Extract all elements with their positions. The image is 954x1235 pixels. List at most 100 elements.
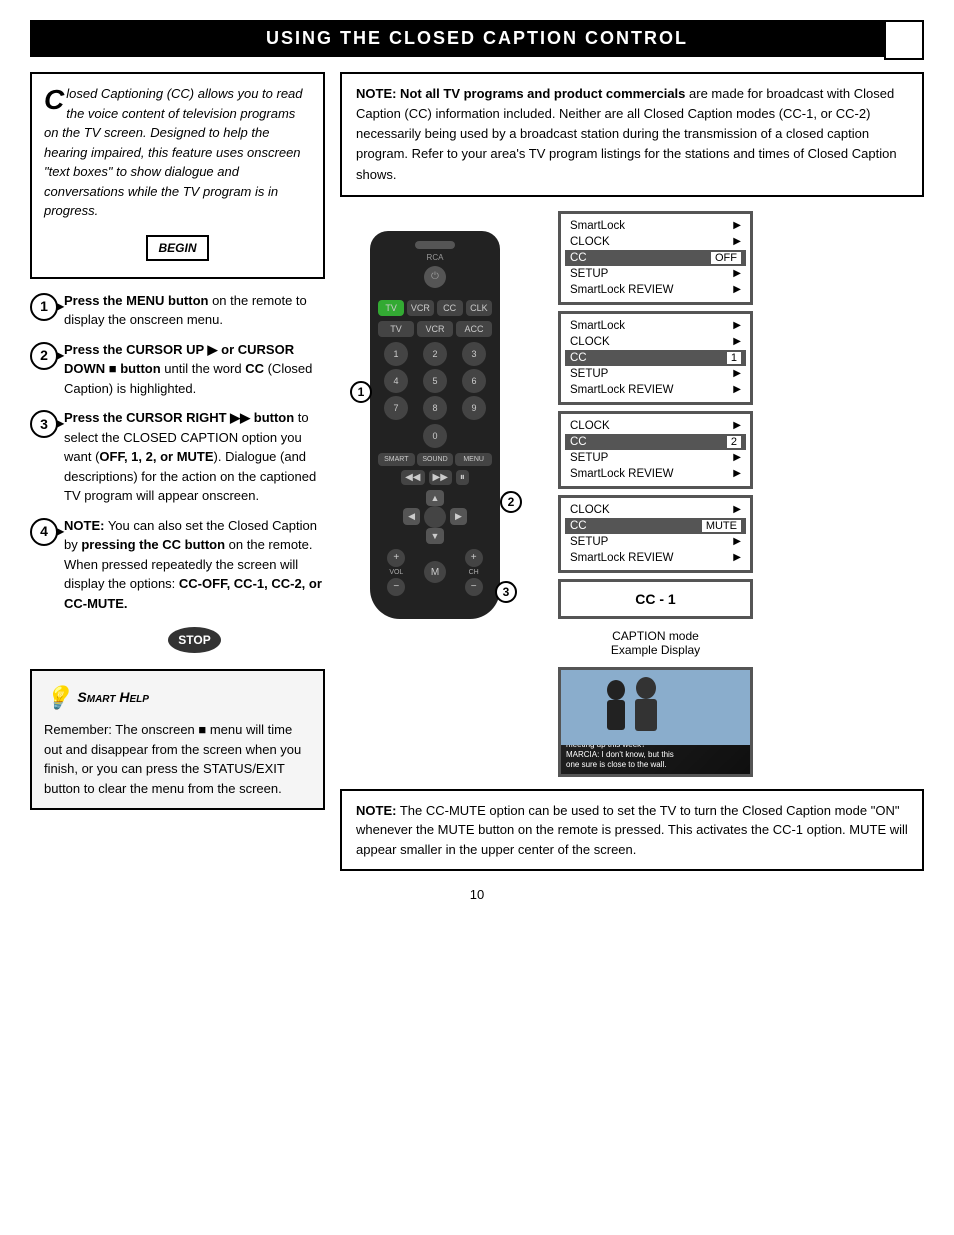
power-button[interactable]: ⏻ [424,266,446,288]
intro-box: Closed Captioning (CC) allows you to rea… [30,72,325,279]
menu-item-clock-2: CLOCK▶ [565,334,746,350]
sound-button[interactable]: SOUND [417,453,454,466]
page-number: 10 [30,887,924,902]
step-1-content: Press the MENU button on the remote to d… [64,291,325,330]
note-top-bold: NOTE: Not all TV programs and product co… [356,86,685,101]
menu-item-clock-4: CLOCK▶ [565,502,746,518]
step-2: 2▶ Press the CURSOR UP ▶ or CURSOR DOWN … [30,340,325,399]
btn-0[interactable]: 0 [423,424,447,448]
ch-label: CH [469,569,479,576]
vol-group: + VOL − [387,549,405,596]
number-grid: 1 2 3 4 5 6 7 8 9 [378,342,492,420]
tv-screen-4: CLOCK▶ CCMUTE SETUP▶ SmartLock REVIEW▶ [558,495,753,573]
tv-screen-3: CLOCK▶ CC2 SETUP▶ SmartLock REVIEW▶ [558,411,753,489]
cursor-left-button[interactable]: ◀ [403,508,420,525]
btn-6[interactable]: 6 [462,369,486,393]
menu-item-clock-1: CLOCK▶ [565,234,746,250]
smart-button[interactable]: SMART [378,453,415,466]
tv-screen-2: SmartLock▶ CLOCK▶ CC1 SETUP▶ SmartLock R… [558,311,753,405]
remote-step-2: 2 [500,491,522,513]
ch-up-button[interactable]: + [465,549,483,567]
begin-badge: BEGIN [146,235,208,261]
zero-row: 0 [378,424,492,448]
ch-group: + CH − [465,549,483,596]
menu-item-smartlock-1: SmartLock▶ [565,218,746,234]
acc-label: ACC [456,321,492,337]
vol-down-button[interactable]: − [387,578,405,596]
tv-screen-1: SmartLock▶ CLOCK▶ CCOFF SETUP▶ SmartLock… [558,211,753,305]
btn-3[interactable]: 3 [462,342,486,366]
menu-button[interactable]: MENU [455,453,492,466]
cc-display-screen: CC - 1 [558,579,753,619]
step-2-content: Press the CURSOR UP ▶ or CURSOR DOWN ■ b… [64,340,325,399]
page-corner-box [884,20,924,60]
btn-5[interactable]: 5 [423,369,447,393]
figures-svg [561,670,750,745]
btn-4[interactable]: 4 [384,369,408,393]
step-4: 4▶ NOTE: You can also set the Closed Cap… [30,516,325,660]
caption-line-4: one sure is close to the wall. [566,760,745,770]
step-1-num: 1▶ [30,293,58,321]
vol-label: VOL [389,569,403,576]
smart-help-title: 💡 Smart Help [44,681,311,714]
rewind-button[interactable]: ◀◀ [401,470,424,485]
note-top: NOTE: Not all TV programs and product co… [340,72,924,197]
tv-screens-col: SmartLock▶ CLOCK▶ CCOFF SETUP▶ SmartLock… [558,211,753,777]
vcr-label: VCR [417,321,453,337]
nav-down-row: ▼ [426,528,445,544]
btn-7[interactable]: 7 [384,396,408,420]
step-3: 3▶ Press the CURSOR RIGHT ▶▶ button to s… [30,408,325,506]
note-bottom: NOTE: The CC-MUTE option can be used to … [340,789,924,872]
lightbulb-icon: 💡 [44,681,71,714]
menu-item-cc-4: CCMUTE [565,518,746,534]
function-row: SMART SOUND MENU [378,453,492,466]
cc-display-text: CC - 1 [635,591,675,607]
mute-button[interactable]: M [424,561,446,583]
btn-2[interactable]: 2 [423,342,447,366]
second-small-buttons: TV VCR ACC [378,321,492,337]
menu-item-smartlock-review-4: SmartLock REVIEW▶ [565,550,746,566]
step-3-num: 3▶ [30,410,58,438]
remote-ir-sensor [415,241,455,249]
cursor-down-button[interactable]: ▼ [426,528,445,544]
menu-item-cc-2: CC1 [565,350,746,366]
power-btn-row: ⏻ [378,266,492,294]
right-column: NOTE: Not all TV programs and product co… [340,72,924,871]
vcr-button[interactable]: VCR [407,300,433,316]
tv-button[interactable]: TV [378,300,404,316]
vol-up-button[interactable]: + [387,549,405,567]
menu-item-setup-1: SETUP▶ [565,266,746,282]
caption-mode-label: CAPTION mode Example Display [558,629,753,657]
menu-item-cc-3: CC2 [565,434,746,450]
nav-cluster: ▲ ◀ ▶ ▼ [378,490,492,544]
caption-example-image: JOHN: Why did they move the meeting up t… [558,667,753,777]
step-4-num: 4▶ [30,518,58,546]
transport-row: ◀◀ ▶▶ ⏸ [378,470,492,485]
header-title: Using the Closed Caption Control [266,28,688,48]
cc-button[interactable]: CC [437,300,463,316]
top-small-buttons: TV VCR CC CLK [378,300,492,316]
caption-mode-line1: CAPTION mode [558,629,753,643]
cursor-right-button[interactable]: ▶ [450,508,467,525]
btn-8[interactable]: 8 [423,396,447,420]
smart-help-label: Smart Help [77,687,149,708]
step-4-content: NOTE: You can also set the Closed Captio… [64,516,325,660]
btn-1[interactable]: 1 [384,342,408,366]
ffwd-button[interactable]: ▶▶ [429,470,452,485]
menu-item-setup-2: SETUP▶ [565,366,746,382]
page-header: Using the Closed Caption Control [30,20,924,57]
caption-line-3: MARCIA: I don't know, but this [566,750,745,760]
mute-center: M [424,549,446,596]
btn-9[interactable]: 9 [462,396,486,420]
pause-button[interactable]: ⏸ [456,470,469,485]
ch-down-button[interactable]: − [465,578,483,596]
remote-step-1: 1 [350,381,372,403]
cursor-up-button[interactable]: ▲ [426,490,445,506]
nav-center-button[interactable] [424,506,446,528]
clock-button[interactable]: CLK [466,300,492,316]
left-column: Closed Captioning (CC) allows you to rea… [30,72,325,871]
remote-step-3: 3 [495,581,517,603]
remote-brand: RCA [378,253,492,262]
vol-ch-row: + VOL − M + CH − [378,549,492,596]
smart-help-text: Remember: The onscreen ■ menu will time … [44,722,301,796]
